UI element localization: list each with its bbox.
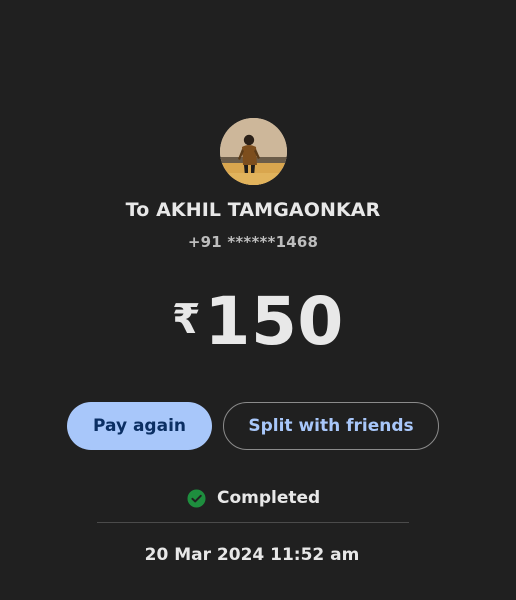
amount-value: 150 [204, 282, 344, 360]
payment-amount: ₹ 150 [172, 281, 344, 361]
currency-symbol: ₹ [172, 295, 201, 343]
payee-phone-number: +91 ******1468 [187, 233, 319, 251]
status-text: Completed [217, 488, 321, 508]
payee-avatar [220, 118, 287, 185]
pay-again-button[interactable]: Pay again [67, 402, 212, 450]
transaction-timestamp: 20 Mar 2024 11:52 am [144, 545, 360, 565]
person-photo-icon [220, 118, 287, 185]
payee-name: To AKHIL TAMGAONKAR [125, 199, 381, 221]
split-with-friends-button[interactable]: Split with friends [223, 402, 439, 450]
transaction-details-screen: To AKHIL TAMGAONKAR +91 ******1468 ₹ 150… [0, 0, 516, 600]
divider [97, 522, 409, 523]
payment-status: Completed [187, 486, 320, 510]
check-circle-icon [187, 488, 206, 508]
